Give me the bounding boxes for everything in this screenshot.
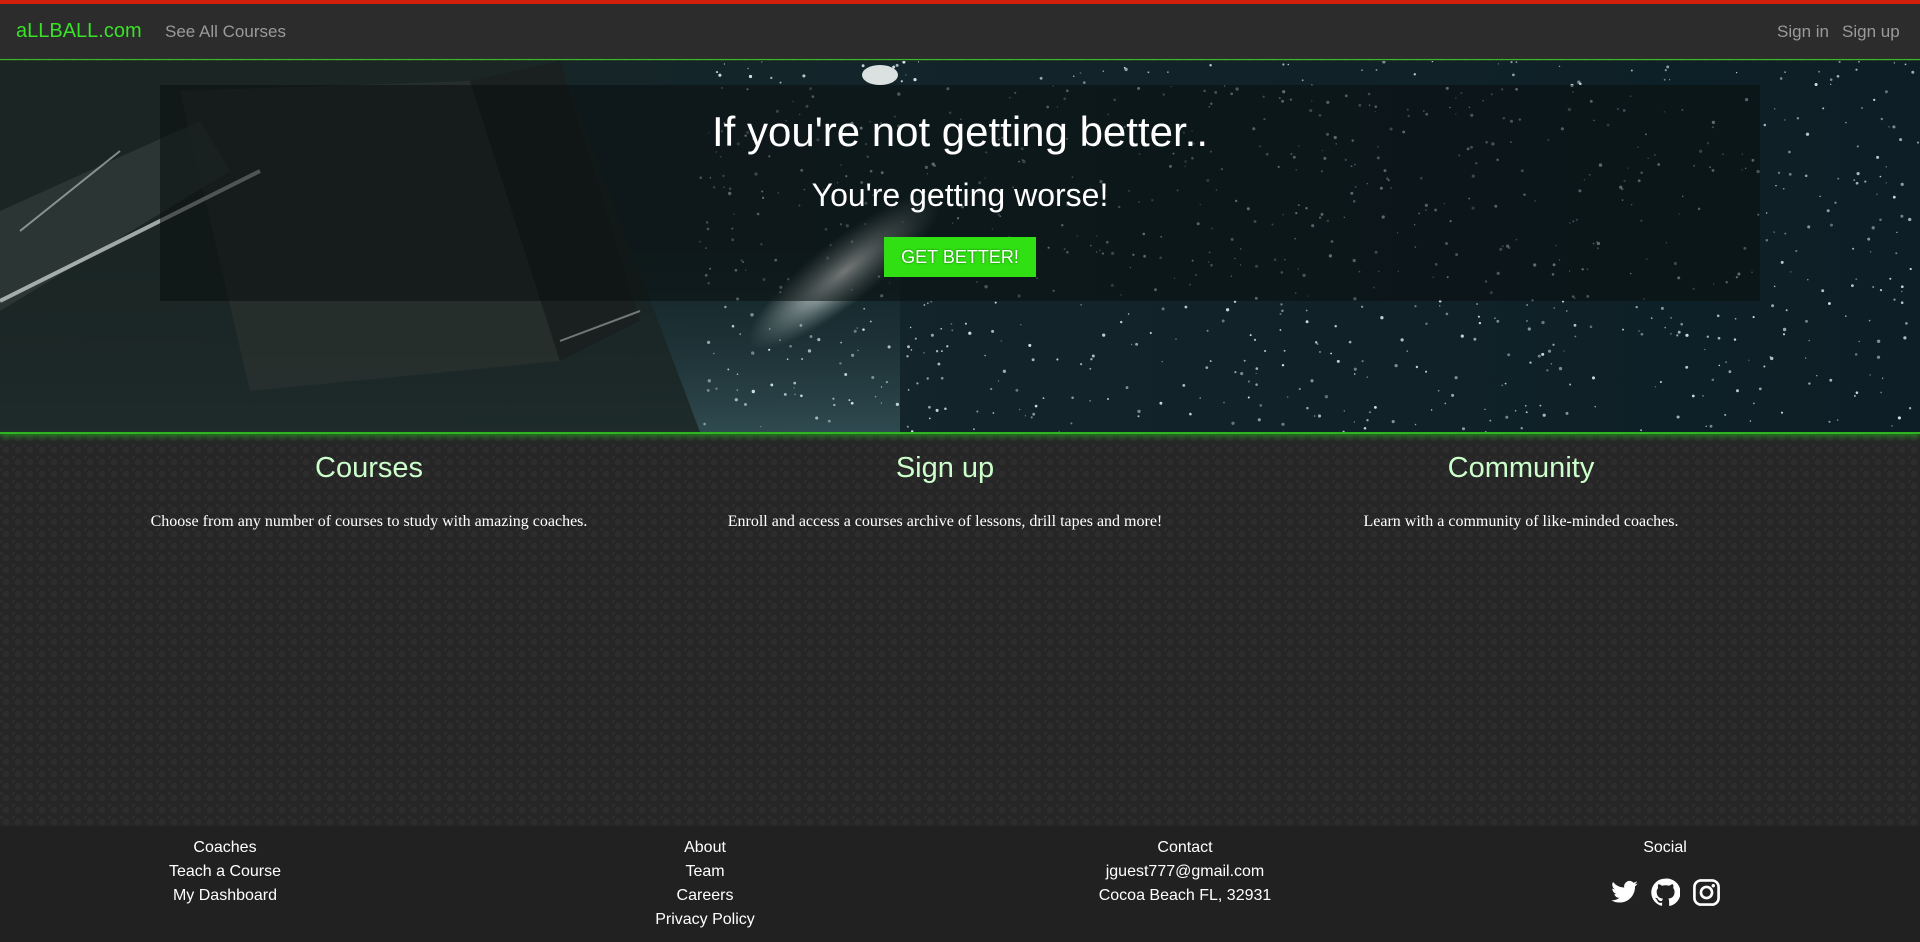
hero-subtitle: You're getting worse! — [811, 177, 1109, 213]
footer-email-link[interactable]: jguest777@gmail.com — [1035, 860, 1335, 884]
feature-title: Courses — [315, 452, 423, 484]
feature-title: Sign up — [895, 452, 995, 484]
github-icon[interactable] — [1650, 878, 1681, 912]
footer-social-column: Social — [1515, 836, 1815, 912]
get-better-button[interactable]: GET BETTER! — [884, 237, 1036, 277]
feature-courses: Courses Choose from any number of course… — [89, 452, 649, 531]
hero-title: If you're not getting better.. — [711, 108, 1208, 155]
social-icons — [1515, 878, 1815, 912]
sign-up-link[interactable]: Sign up — [1842, 22, 1900, 42]
footer-contact-column: Contact jguest777@gmail.com Cocoa Beach … — [1035, 836, 1335, 908]
footer-coaches-link[interactable]: Coaches — [75, 836, 375, 860]
footer-address: Cocoa Beach FL, 32931 — [1098, 887, 1272, 904]
footer-careers-link[interactable]: Careers — [555, 884, 855, 908]
navbar: aLLBALL.com See All Courses Sign in Sign… — [0, 4, 1920, 60]
hero-banner: If you're not getting better.. You're ge… — [0, 61, 1920, 434]
instagram-icon[interactable] — [1692, 878, 1721, 912]
footer: Coaches Teach a Course My Dashboard Abou… — [0, 826, 1920, 942]
footer-contact-heading: Contact — [1157, 839, 1213, 856]
twitter-icon[interactable] — [1610, 878, 1639, 912]
footer-about-link[interactable]: About — [555, 836, 855, 860]
footer-teach-course-link[interactable]: Teach a Course — [75, 860, 375, 884]
sign-in-link[interactable]: Sign in — [1777, 22, 1829, 42]
feature-sign-up: Sign up Enroll and access a courses arch… — [665, 452, 1225, 531]
hero-overlay-panel: If you're not getting better.. You're ge… — [160, 85, 1760, 301]
footer-coaches-column: Coaches Teach a Course My Dashboard — [75, 836, 375, 908]
see-all-courses-link[interactable]: See All Courses — [165, 22, 286, 42]
feature-description: Learn with a community of like-minded co… — [1363, 513, 1679, 530]
brand-logo-link[interactable]: aLLBALL.com — [16, 20, 142, 43]
footer-team-link[interactable]: Team — [555, 860, 855, 884]
feature-description: Choose from any number of courses to stu… — [150, 513, 588, 530]
footer-privacy-link[interactable]: Privacy Policy — [555, 908, 855, 932]
footer-about-column: About Team Careers Privacy Policy — [555, 836, 855, 932]
feature-community: Community Learn with a community of like… — [1241, 452, 1801, 531]
feature-title: Community — [1447, 452, 1595, 484]
footer-social-heading: Social — [1643, 839, 1687, 856]
footer-dashboard-link[interactable]: My Dashboard — [75, 884, 375, 908]
feature-description: Enroll and access a courses archive of l… — [727, 513, 1163, 530]
